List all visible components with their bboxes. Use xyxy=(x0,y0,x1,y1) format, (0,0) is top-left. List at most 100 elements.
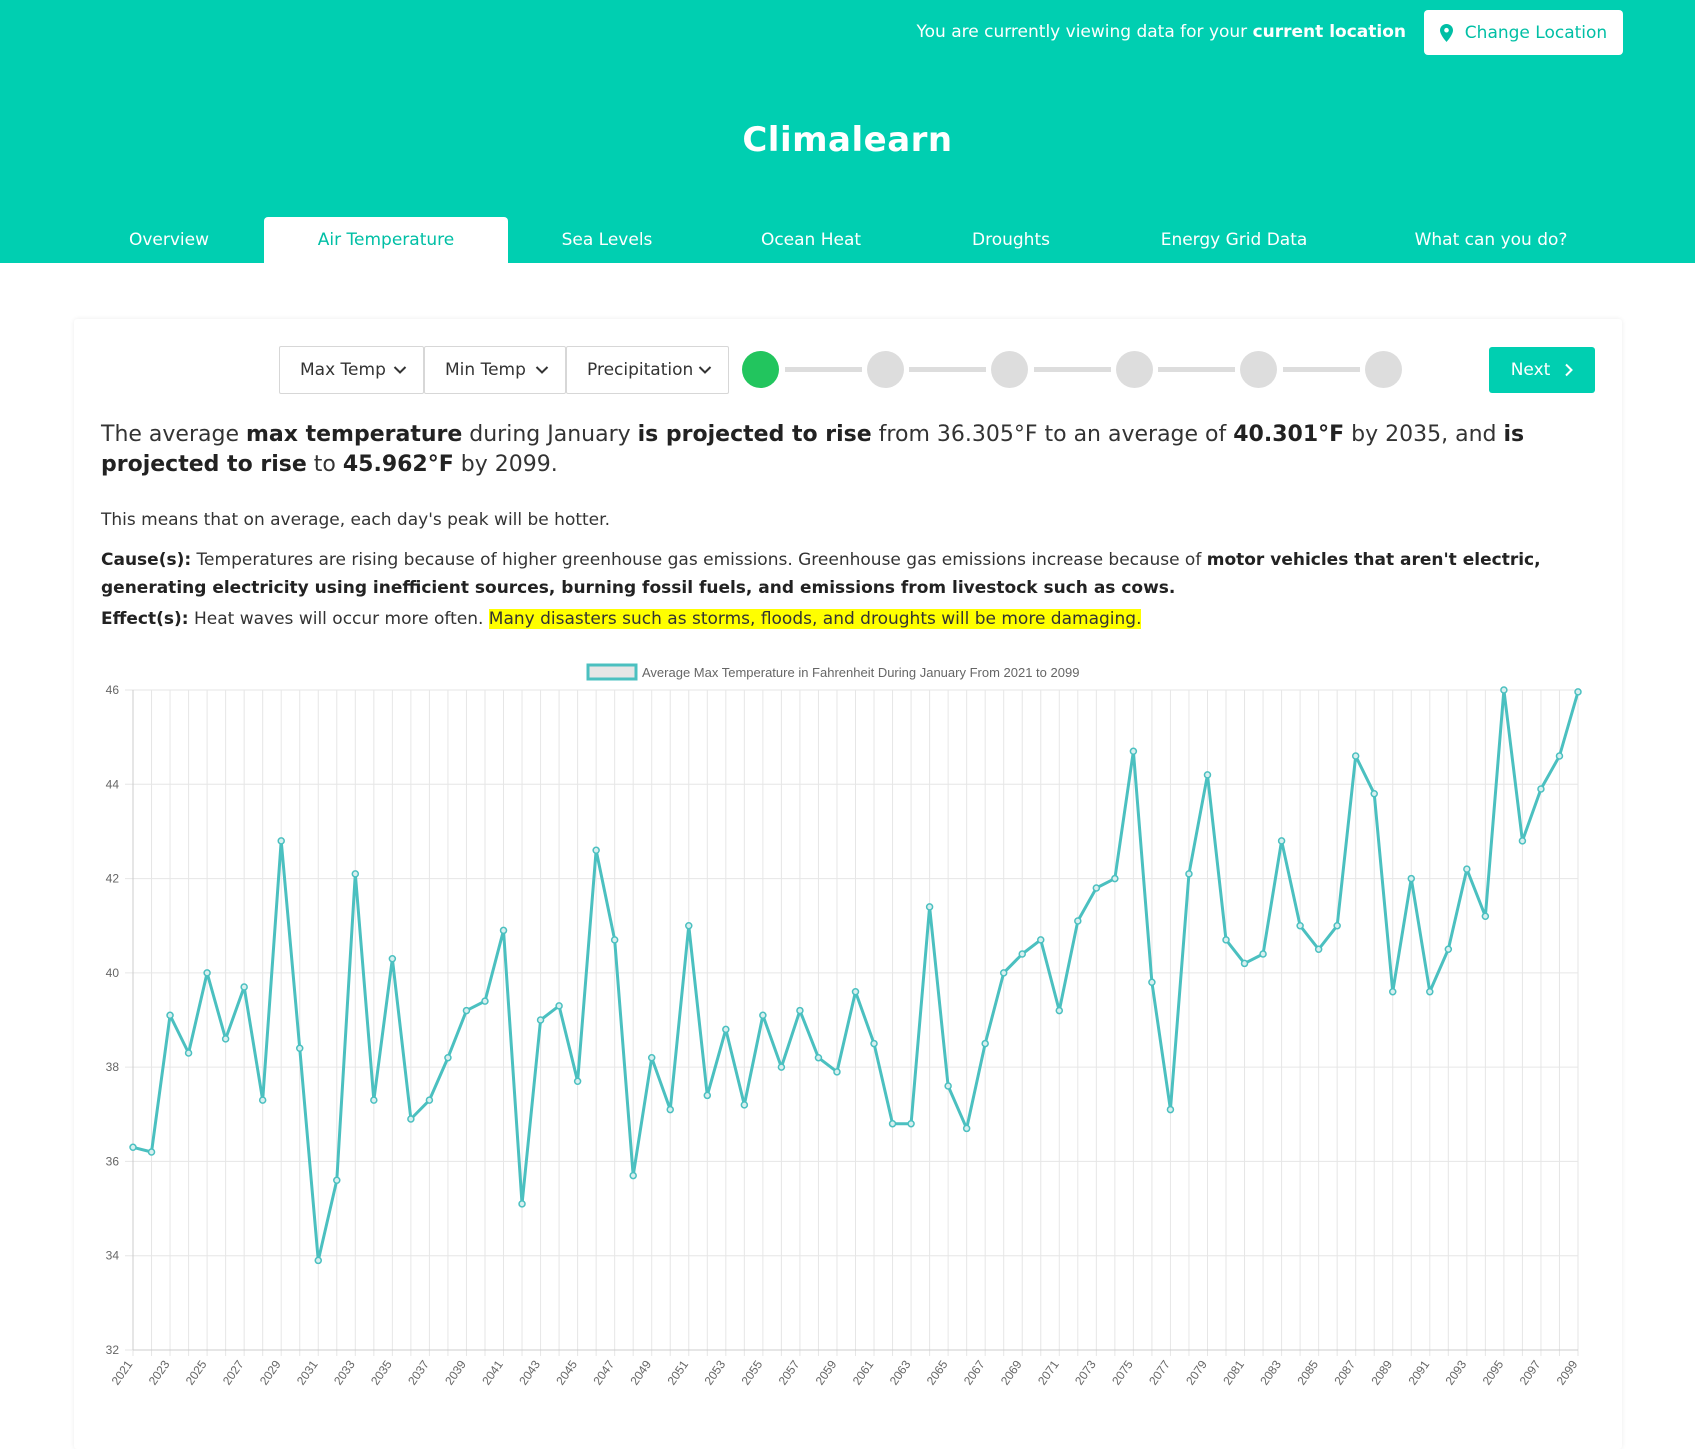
data-point xyxy=(647,1053,656,1062)
data-point xyxy=(814,1053,823,1062)
x-tick-label: 2059 xyxy=(813,1357,840,1387)
data-point xyxy=(240,983,248,991)
x-tick-label: 2039 xyxy=(442,1357,469,1387)
x-tick-label: 2085 xyxy=(1294,1357,1321,1387)
data-point xyxy=(740,1101,749,1109)
data-point xyxy=(1351,752,1360,760)
x-tick-label: 2095 xyxy=(1480,1357,1507,1387)
data-point xyxy=(1463,865,1471,873)
data-point xyxy=(685,921,693,930)
data-point xyxy=(1574,688,1582,696)
data-point xyxy=(536,1016,545,1024)
data-point xyxy=(1074,917,1082,925)
y-tick-label: 38 xyxy=(106,1060,120,1074)
data-point xyxy=(1166,1105,1175,1114)
data-point xyxy=(1518,837,1527,845)
data-point xyxy=(1222,936,1230,944)
data-point xyxy=(1277,837,1286,845)
temperature-line-chart: 32 34 36 38 40 42 44 46 2021 2023 2025 2027 2029 2031… xyxy=(106,663,1582,1388)
data-point xyxy=(1388,987,1397,996)
data-point xyxy=(1407,874,1416,883)
data-point xyxy=(1240,959,1249,968)
x-tick-label: 2065 xyxy=(924,1357,951,1387)
x-tick-label: 2041 xyxy=(479,1357,506,1387)
x-tick-label: 2027 xyxy=(220,1357,247,1387)
x-tick-label: 2079 xyxy=(1183,1357,1210,1387)
data-point xyxy=(999,969,1008,977)
y-tick-label: 36 xyxy=(106,1154,120,1168)
x-tick-label: 2087 xyxy=(1331,1357,1358,1387)
x-tick-label: 2071 xyxy=(1035,1357,1062,1387)
data-point xyxy=(1555,752,1564,760)
data-point xyxy=(1055,1006,1064,1015)
data-point xyxy=(703,1091,712,1100)
data-point xyxy=(518,1200,526,1208)
data-point xyxy=(333,1176,341,1185)
data-point xyxy=(1500,686,1508,694)
x-tick-label: 2091 xyxy=(1405,1357,1432,1387)
data-point xyxy=(481,997,489,1005)
data-point xyxy=(388,954,397,963)
data-point xyxy=(722,1025,730,1034)
y-tick-label: 34 xyxy=(106,1249,120,1263)
legend-swatch xyxy=(586,663,638,681)
y-tick-label: 44 xyxy=(106,777,120,791)
data-point xyxy=(1537,785,1545,793)
x-tick-label: 2075 xyxy=(1109,1357,1136,1387)
data-point xyxy=(221,1035,230,1043)
data-point xyxy=(147,1148,156,1156)
x-tick-label: 2097 xyxy=(1517,1357,1544,1387)
x-tick-label: 2099 xyxy=(1554,1357,1581,1387)
data-point xyxy=(1037,936,1045,944)
data-point xyxy=(166,1011,174,1020)
data-point xyxy=(1111,874,1119,883)
data-point xyxy=(759,1011,767,1020)
x-tick-label: 2045 xyxy=(553,1357,580,1387)
data-point xyxy=(1481,912,1490,921)
data-point xyxy=(203,969,211,977)
data-point xyxy=(1426,987,1434,996)
x-tick-label: 2063 xyxy=(887,1357,914,1387)
data-point xyxy=(129,1143,137,1152)
data-point xyxy=(1314,945,1323,954)
x-tick-label: 2021 xyxy=(109,1357,136,1387)
data-point xyxy=(1296,921,1304,930)
data-point xyxy=(944,1082,952,1090)
x-tick-label: 2073 xyxy=(1072,1357,1099,1387)
data-point xyxy=(610,936,619,944)
x-tick-label: 2083 xyxy=(1257,1357,1284,1387)
data-point xyxy=(295,1044,304,1053)
data-point xyxy=(962,1124,971,1133)
data-point xyxy=(407,1115,415,1123)
x-tick-label: 2081 xyxy=(1220,1357,1247,1387)
data-point xyxy=(925,903,934,911)
data-point xyxy=(258,1096,267,1104)
data-point xyxy=(796,1006,804,1015)
data-point xyxy=(351,870,360,878)
data-point xyxy=(370,1096,378,1104)
data-point xyxy=(1203,771,1212,779)
y-tick-label: 32 xyxy=(106,1343,120,1357)
x-tick-label: 2057 xyxy=(776,1357,803,1387)
x-tick-label: 2035 xyxy=(368,1357,395,1387)
x-tick-label: 2023 xyxy=(146,1357,173,1387)
x-tick-label: 2093 xyxy=(1443,1357,1470,1387)
x-tick-label: 2061 xyxy=(850,1357,877,1387)
data-point xyxy=(573,1077,582,1086)
data-point xyxy=(907,1119,915,1128)
data-point xyxy=(870,1039,878,1048)
data-point xyxy=(888,1119,897,1128)
data-point xyxy=(1259,950,1267,958)
y-tick-label: 40 xyxy=(106,966,120,980)
data-point xyxy=(184,1049,193,1057)
data-point xyxy=(425,1096,434,1104)
data-point xyxy=(555,1002,563,1010)
x-tick-label: 2037 xyxy=(405,1357,432,1387)
x-tick-label: 2033 xyxy=(331,1357,358,1387)
legend-label: Average Max Temperature in Fahrenheit Du… xyxy=(642,665,1079,680)
x-tick-label: 2043 xyxy=(516,1357,543,1387)
x-tick-label: 2051 xyxy=(664,1357,691,1387)
data-point xyxy=(666,1105,674,1114)
x-tick-label: 2055 xyxy=(739,1357,766,1387)
x-tick-label: 2077 xyxy=(1146,1357,1173,1387)
